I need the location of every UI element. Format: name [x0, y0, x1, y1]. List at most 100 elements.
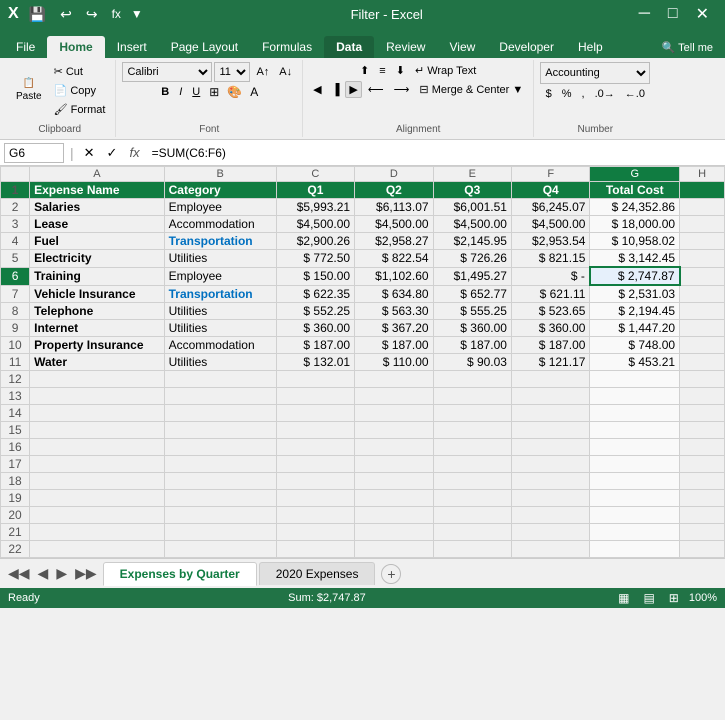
sheet-nav-last[interactable]: ▶▶ [71, 563, 101, 584]
increase-font-button[interactable]: A↑ [252, 64, 273, 80]
currency-style-button[interactable]: $ [542, 86, 556, 102]
add-sheet-button[interactable]: + [381, 564, 401, 584]
cell-A12[interactable] [30, 371, 164, 388]
cell-H4[interactable] [680, 233, 725, 250]
copy-button[interactable]: 📄 Copy [50, 82, 110, 99]
decrease-decimal-button[interactable]: ←.0 [621, 86, 649, 102]
redo-button[interactable]: ↪ [82, 4, 102, 25]
cell-A11[interactable]: Water [30, 354, 164, 371]
font-family-select[interactable]: Calibri [122, 62, 212, 82]
cell-E11[interactable]: $ 90.03 [433, 354, 511, 371]
comma-style-button[interactable]: , [578, 86, 589, 102]
cell-B3[interactable]: Accommodation [164, 216, 276, 233]
cell-D11[interactable]: $ 110.00 [355, 354, 433, 371]
cell-A13[interactable] [30, 388, 164, 405]
col-header-E[interactable]: E [433, 167, 511, 182]
cell-D7[interactable]: $ 634.80 [355, 285, 433, 303]
confirm-formula-button[interactable]: ✓ [103, 143, 122, 163]
cell-D3[interactable]: $4,500.00 [355, 216, 433, 233]
cell-F3[interactable]: $4,500.00 [511, 216, 589, 233]
col-header-F[interactable]: F [511, 167, 589, 182]
cell-C11[interactable]: $ 132.01 [276, 354, 354, 371]
italic-button[interactable]: I [175, 84, 186, 100]
cell-B5[interactable]: Utilities [164, 250, 276, 268]
cell-F5[interactable]: $ 821.15 [511, 250, 589, 268]
percent-style-button[interactable]: % [558, 86, 576, 102]
col-header-A[interactable]: A [30, 167, 164, 182]
cell-A8[interactable]: Telephone [30, 303, 164, 320]
cell-F11[interactable]: $ 121.17 [511, 354, 589, 371]
cell-F9[interactable]: $ 360.00 [511, 320, 589, 337]
cell-G8[interactable]: $ 2,194.45 [590, 303, 680, 320]
minimize-button[interactable]: ─ [631, 2, 658, 26]
cell-C8[interactable]: $ 552.25 [276, 303, 354, 320]
increase-decimal-button[interactable]: .0→ [591, 86, 619, 102]
cell-F4[interactable]: $2,953.54 [511, 233, 589, 250]
save-button[interactable]: 💾 [25, 4, 50, 25]
cell-G7[interactable]: $ 2,531.03 [590, 285, 680, 303]
cell-A2[interactable]: Salaries [30, 199, 164, 216]
cell-E6[interactable]: $1,495.27 [433, 267, 511, 285]
cell-F8[interactable]: $ 523.65 [511, 303, 589, 320]
cell-C7[interactable]: $ 622.35 [276, 285, 354, 303]
tab-home[interactable]: Home [47, 36, 104, 58]
cell-C3[interactable]: $4,500.00 [276, 216, 354, 233]
cell-E5[interactable]: $ 726.26 [433, 250, 511, 268]
col-header-H[interactable]: H [680, 167, 725, 182]
cell-H7[interactable] [680, 285, 725, 303]
sheet-nav-left[interactable]: ◀ [34, 563, 53, 584]
format-painter-button[interactable]: 🖌 Format [50, 101, 110, 118]
cell-G9[interactable]: $ 1,447.20 [590, 320, 680, 337]
cell-G10[interactable]: $ 748.00 [590, 337, 680, 354]
maximize-button[interactable]: □ [660, 2, 686, 26]
cell-E4[interactable]: $2,145.95 [433, 233, 511, 250]
wrap-text-button[interactable]: ↵ Wrap Text [411, 62, 480, 79]
merge-center-button[interactable]: ⊟ Merge & Center ▼ [415, 81, 527, 98]
cell-H10[interactable] [680, 337, 725, 354]
cell-A1[interactable]: Expense Name [30, 182, 164, 199]
cell-C5[interactable]: $ 772.50 [276, 250, 354, 268]
cell-A21[interactable] [30, 524, 164, 541]
cell-reference-input[interactable] [4, 143, 64, 163]
cell-B11[interactable]: Utilities [164, 354, 276, 371]
cell-C2[interactable]: $5,993.21 [276, 199, 354, 216]
cell-E1[interactable]: Q3 [433, 182, 511, 199]
cell-A16[interactable] [30, 439, 164, 456]
cell-A18[interactable] [30, 473, 164, 490]
cell-H2[interactable] [680, 199, 725, 216]
cell-E10[interactable]: $ 187.00 [433, 337, 511, 354]
cell-D1[interactable]: Q2 [355, 182, 433, 199]
tell-me-button[interactable]: 🔍 Tell me [650, 37, 725, 58]
cell-A20[interactable] [30, 507, 164, 524]
paste-button[interactable]: 📋 Paste [10, 62, 48, 118]
undo-button[interactable]: ↩ [56, 4, 76, 25]
indent-decrease-button[interactable]: ⟵ [364, 81, 388, 98]
tab-insert[interactable]: Insert [105, 36, 159, 58]
formula-button[interactable]: fx [108, 5, 125, 23]
cell-F2[interactable]: $6,245.07 [511, 199, 589, 216]
cell-G3[interactable]: $ 18,000.00 [590, 216, 680, 233]
tab-data[interactable]: Data [324, 36, 374, 58]
cell-E2[interactable]: $6,001.51 [433, 199, 511, 216]
cell-G6[interactable]: $ 2,747.87 [590, 267, 680, 285]
align-bottom-button[interactable]: ⬇ [392, 62, 409, 79]
align-left-button[interactable]: ◀ [309, 81, 325, 98]
sheet-tab-expenses[interactable]: Expenses by Quarter [103, 562, 257, 586]
cell-D4[interactable]: $2,958.27 [355, 233, 433, 250]
cell-F1[interactable]: Q4 [511, 182, 589, 199]
cell-F7[interactable]: $ 621.11 [511, 285, 589, 303]
cell-D2[interactable]: $6,113.07 [355, 199, 433, 216]
cell-B8[interactable]: Utilities [164, 303, 276, 320]
page-break-view-button[interactable]: ⊞ [665, 589, 683, 607]
align-center-button[interactable]: ▐ [328, 82, 344, 98]
cut-button[interactable]: ✂ Cut [50, 63, 110, 80]
cell-F10[interactable]: $ 187.00 [511, 337, 589, 354]
align-middle-button[interactable]: ≡ [375, 63, 389, 79]
cell-D10[interactable]: $ 187.00 [355, 337, 433, 354]
tab-formulas[interactable]: Formulas [250, 36, 324, 58]
cell-A6[interactable]: Training [30, 267, 164, 285]
tab-pagelayout[interactable]: Page Layout [159, 36, 250, 58]
sheet-tab-2020[interactable]: 2020 Expenses [259, 562, 376, 585]
cell-B2[interactable]: Employee [164, 199, 276, 216]
cancel-formula-button[interactable]: ✕ [80, 143, 99, 163]
